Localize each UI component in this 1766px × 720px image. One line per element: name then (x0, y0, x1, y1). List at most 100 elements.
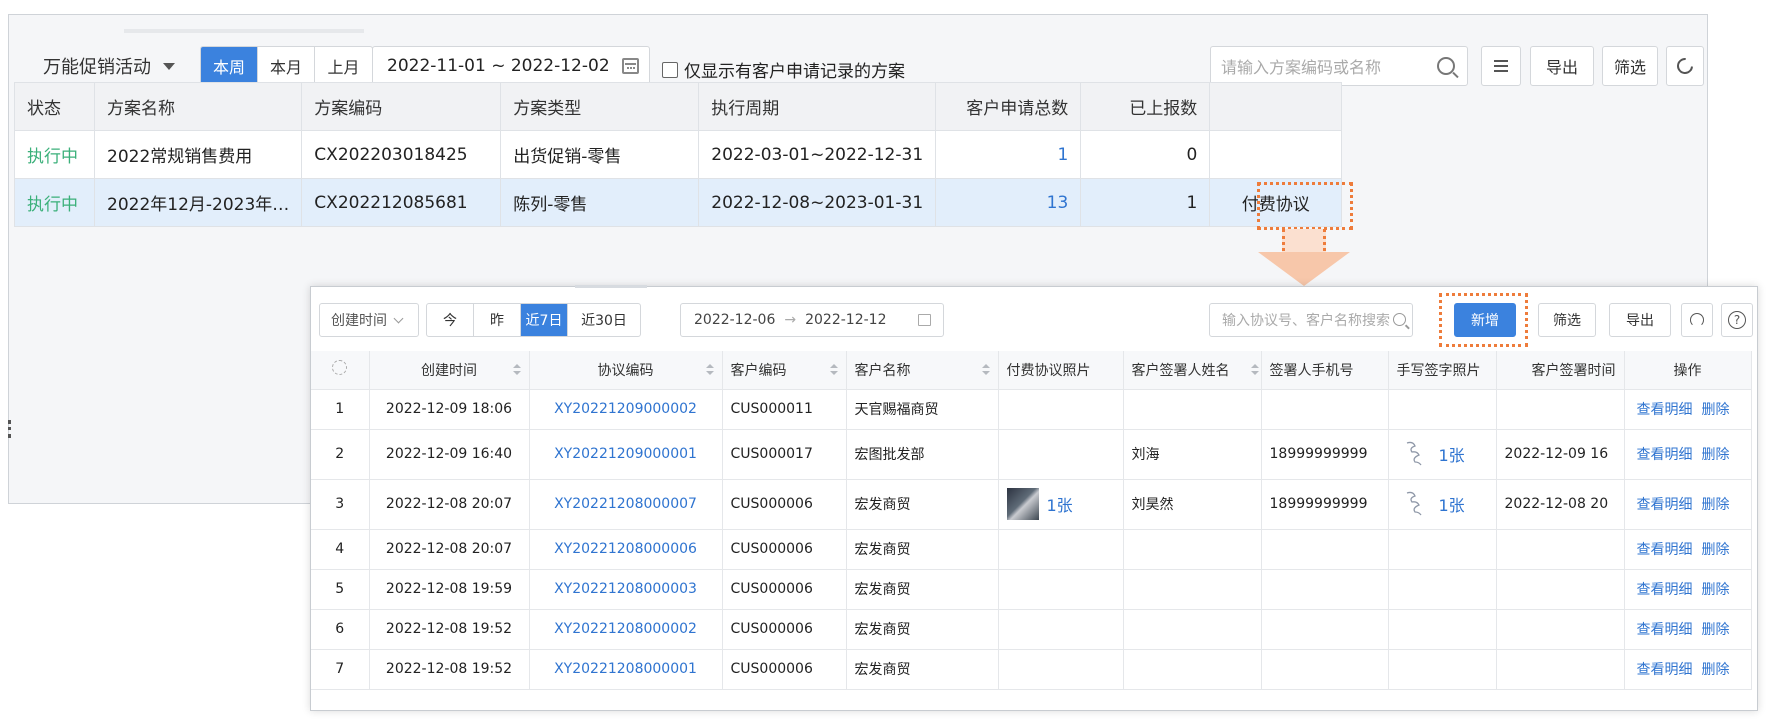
agreement-code-link[interactable]: XY20221208000003 (529, 569, 723, 610)
agreement-code-link[interactable]: XY20221208000007 (529, 479, 723, 530)
export-button[interactable]: 导出 (1609, 303, 1671, 337)
signature-thumbnail[interactable] (1403, 489, 1423, 519)
customer-code: CUS000006 (722, 479, 847, 530)
table-row[interactable]: 5 2022-12-08 19:59 XY20221208000003 CUS0000… (311, 569, 1752, 610)
only-with-requests-toggle[interactable]: 仅显示有客户申请记录的方案 (662, 57, 905, 82)
agreement-search-input[interactable]: 输入协议号、客户名称搜索 (1209, 303, 1413, 337)
tab-this-week[interactable]: 本周 (201, 47, 258, 85)
checkbox[interactable] (662, 61, 678, 78)
sign-time (1496, 649, 1625, 690)
customer-name: 宏发商贸 (846, 529, 999, 570)
table-row[interactable]: 4 2022-12-08 20:07 XY20221208000006 CUS0000… (311, 529, 1752, 570)
col-requests: 客户申请总数 (935, 82, 1082, 131)
table-row[interactable]: 3 2022-12-08 20:07 XY20221208000007 CUS0000… (311, 479, 1752, 530)
customer-code: CUS000006 (722, 569, 847, 610)
delete-link[interactable]: 删除 (1702, 542, 1730, 558)
signature-thumbnail[interactable] (1403, 439, 1423, 469)
only-with-requests-label: 仅显示有客户申请记录的方案 (684, 62, 905, 82)
tab-last-30-days[interactable]: 近30日 (568, 304, 640, 336)
sign-time: 2022-12-09 16 (1496, 429, 1625, 480)
table-header: 创建时间 协议编码 客户编码 客户名称 付费协议照片 客户签署人姓名 签署人手机… (311, 351, 1752, 390)
table-row[interactable]: 执行中 2022常规销售费用 CX202203018425 出货促销-零售 20… (14, 130, 1343, 179)
agreement-code-link[interactable]: XY20221208000006 (529, 529, 723, 570)
signature-photo-count[interactable]: 1张 (1439, 446, 1465, 465)
sign-time (1496, 609, 1625, 650)
view-detail-link[interactable]: 查看明细 (1637, 402, 1693, 418)
resize-handle[interactable] (8, 420, 12, 438)
agreement-photo (998, 389, 1124, 430)
tab-last-month[interactable]: 上月 (315, 47, 372, 85)
table-row-selected[interactable]: 执行中 2022年12月-2023年… CX202212085681 陈列-零售… (14, 178, 1343, 227)
signer-name (1123, 569, 1262, 610)
column-settings-button[interactable] (1481, 46, 1521, 86)
customer-name: 宏发商贸 (846, 609, 999, 650)
column-settings[interactable] (311, 351, 370, 390)
signature-photo-count[interactable]: 1张 (1439, 496, 1465, 515)
campaign-type-dropdown[interactable]: 万能促销活动 (43, 51, 175, 81)
tab-yesterday[interactable]: 昨 (474, 304, 521, 336)
col-signer-name[interactable]: 客户签署人姓名 (1123, 351, 1262, 390)
view-detail-link[interactable]: 查看明细 (1637, 497, 1693, 513)
col-period: 执行周期 (698, 82, 937, 131)
tab-last-7-days[interactable]: 近7日 (521, 304, 568, 336)
table-row[interactable]: 1 2022-12-09 18:06 XY20221209000002 CUS0000… (311, 389, 1752, 430)
export-button[interactable]: 导出 (1530, 46, 1594, 86)
row-index: 2 (311, 429, 370, 480)
delete-link[interactable]: 删除 (1702, 497, 1730, 513)
sign-photo: 1张 (1388, 429, 1497, 480)
view-detail-link[interactable]: 查看明细 (1637, 582, 1693, 598)
date-from[interactable]: 2022-12-06 (694, 312, 775, 328)
sign-time (1496, 569, 1625, 610)
date-range-picker[interactable]: 2022-11-01 ~ 2022-12-02 (372, 46, 650, 86)
table-row[interactable]: 6 2022-12-08 19:52 XY20221208000002 CUS0000… (311, 609, 1752, 650)
search-icon[interactable] (1437, 57, 1455, 75)
campaign-name: 2022常规销售费用 (93, 130, 303, 179)
delete-link[interactable]: 删除 (1702, 662, 1730, 678)
customer-name: 宏发商贸 (846, 569, 999, 610)
agreement-code-link[interactable]: XY20221209000002 (529, 389, 723, 430)
requests-count-link[interactable]: 1 (935, 130, 1082, 179)
delete-link[interactable]: 删除 (1702, 622, 1730, 638)
date-range-picker[interactable]: 2022-12-06 → 2022-12-12 (680, 303, 944, 337)
reload-button[interactable] (1681, 303, 1713, 337)
delete-link[interactable]: 删除 (1702, 582, 1730, 598)
refresh-button[interactable] (1666, 46, 1704, 86)
filter-button[interactable]: 筛选 (1602, 46, 1658, 86)
col-created[interactable]: 创建时间 (369, 351, 530, 390)
col-customer-code[interactable]: 客户编码 (722, 351, 847, 390)
created-time: 2022-12-09 18:06 (369, 389, 530, 430)
agreement-code-link[interactable]: XY20221209000001 (529, 429, 723, 480)
agreement-photo-thumbnail[interactable] (1006, 488, 1039, 520)
customer-name: 宏发商贸 (846, 649, 999, 690)
delete-link[interactable]: 删除 (1702, 447, 1730, 463)
col-agreement-code[interactable]: 协议编码 (529, 351, 723, 390)
time-field-select[interactable]: 创建时间 (319, 303, 419, 337)
filter-button[interactable]: 筛选 (1538, 303, 1596, 337)
delete-link[interactable]: 删除 (1702, 402, 1730, 418)
sign-photo: 1张 (1388, 479, 1497, 530)
tab-today[interactable]: 今 (427, 304, 474, 336)
col-customer-name[interactable]: 客户名称 (846, 351, 999, 390)
customer-code: CUS000011 (722, 389, 847, 430)
view-detail-link[interactable]: 查看明细 (1637, 622, 1693, 638)
campaign-period: 2022-03-01~2022-12-31 (698, 130, 937, 179)
agreement-photo-count[interactable]: 1张 (1047, 496, 1073, 515)
tab-this-month[interactable]: 本月 (258, 47, 315, 85)
view-detail-link[interactable]: 查看明细 (1637, 447, 1693, 463)
requests-count-link[interactable]: 13 (935, 178, 1082, 227)
agreement-code-link[interactable]: XY20221208000002 (529, 609, 723, 650)
col-sign-time: 客户签署时间 (1496, 351, 1625, 390)
date-to[interactable]: 2022-12-12 (805, 312, 886, 328)
campaign-type-label: 万能促销活动 (43, 57, 151, 78)
search-icon[interactable] (1393, 313, 1406, 326)
col-reported: 已上报数 (1080, 82, 1211, 131)
col-type: 方案类型 (500, 82, 700, 131)
agreement-code-link[interactable]: XY20221208000001 (529, 649, 723, 690)
signer-phone (1261, 389, 1389, 430)
table-row[interactable]: 2 2022-12-09 16:40 XY20221209000001 CUS0000… (311, 429, 1752, 480)
table-row[interactable]: 7 2022-12-08 19:52 XY20221208000001 CUS0000… (311, 649, 1752, 690)
view-detail-link[interactable]: 查看明细 (1637, 542, 1693, 558)
campaign-search-input[interactable]: 请输入方案编码或名称 (1210, 46, 1468, 86)
view-detail-link[interactable]: 查看明细 (1637, 662, 1693, 678)
help-button[interactable]: ? (1721, 303, 1753, 337)
